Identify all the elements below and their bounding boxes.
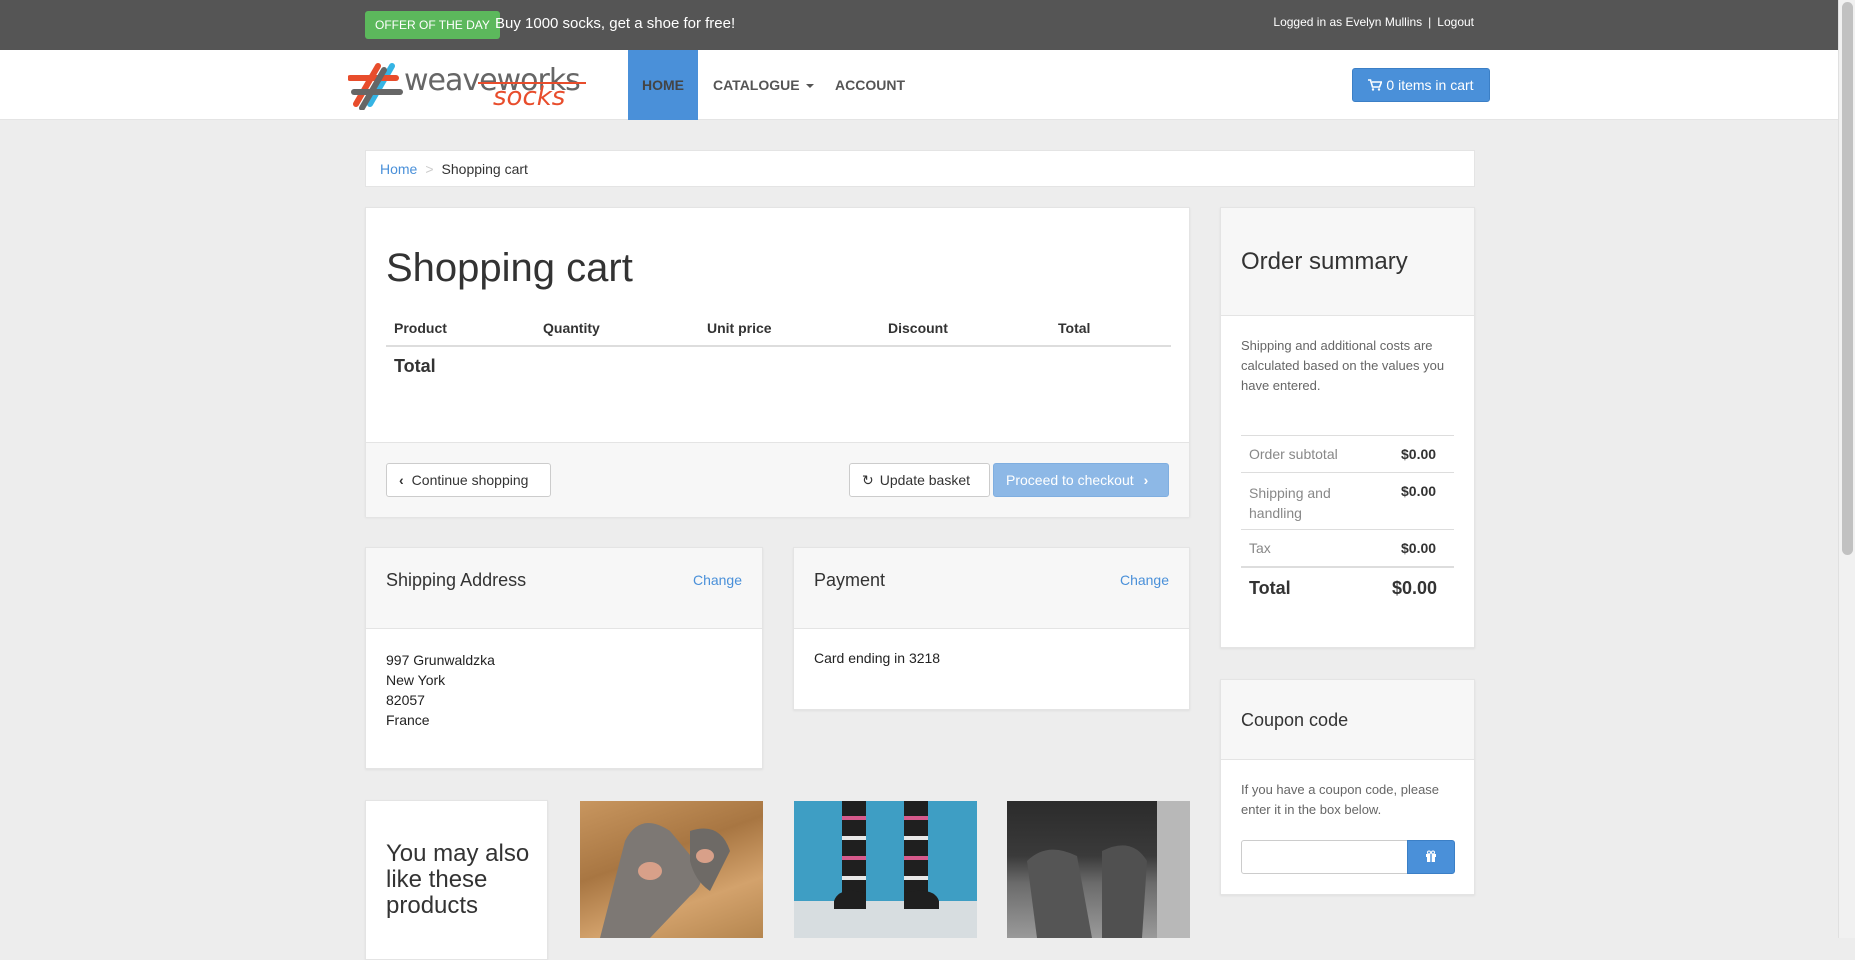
order-summary-header: Order summary: [1221, 208, 1474, 316]
address-line: 82057: [386, 692, 425, 708]
summary-row-value: $0.00: [1401, 446, 1437, 462]
breadcrumb-separator: >: [425, 161, 434, 177]
address-line: New York: [386, 672, 446, 688]
payment-title: Payment: [814, 570, 886, 590]
you-may-also-like-panel: You may also like these products: [365, 800, 548, 960]
offer-badge[interactable]: OFFER OF THE DAY: [365, 11, 500, 39]
scrollbar-thumb[interactable]: [1842, 2, 1853, 555]
gift-icon: [1426, 850, 1436, 862]
column-quantity: Quantity: [543, 320, 600, 336]
cart-total-label: Total: [394, 356, 436, 376]
coupon-note: If you have a coupon code, please enter …: [1241, 782, 1440, 817]
product-image-holy-sock[interactable]: [580, 801, 763, 938]
product-photo: [794, 801, 977, 938]
summary-row-label: Order subtotal: [1249, 446, 1338, 462]
caret-down-icon: [805, 84, 814, 89]
summary-row-value: $0.00: [1401, 483, 1437, 499]
order-summary-title: Order summary: [1241, 248, 1408, 275]
page-scrollbar[interactable]: [1838, 0, 1855, 938]
product-image-grey-socks[interactable]: [1007, 801, 1190, 938]
summary-total-label: Total: [1249, 578, 1291, 598]
continue-shopping-label: Continue shopping: [411, 472, 529, 488]
nav-home[interactable]: HOME: [628, 50, 698, 120]
shipping-address-panel: Shipping Address Change 997 Grunwaldzka …: [365, 547, 763, 769]
order-summary-panel: Order summary Shipping and additional co…: [1220, 207, 1475, 648]
apply-coupon-button[interactable]: [1407, 840, 1455, 874]
coupon-header: Coupon code: [1221, 680, 1474, 760]
shopping-cart-panel: Shopping cart Product Quantity Unit pric…: [365, 207, 1190, 517]
logged-in-text: Logged in as Evelyn Mullins: [1273, 15, 1423, 29]
coupon-panel: Coupon code If you have a coupon code, p…: [1220, 679, 1475, 895]
summary-row-subtotal: Order subtotal $0.00: [1241, 435, 1454, 472]
summary-row-total: Total $0.00: [1241, 566, 1454, 606]
proceed-to-checkout-button[interactable]: Proceed to checkout ›: [993, 463, 1169, 497]
change-shipping-link[interactable]: Change: [693, 572, 742, 588]
summary-row-shipping: Shipping and handling $0.00: [1241, 472, 1454, 529]
you-may-also-like-title: You may also like these products: [386, 840, 530, 919]
weaveworks-logo-icon: [348, 63, 403, 110]
proceed-to-checkout-label: Proceed to checkout: [1006, 472, 1134, 488]
weaveworks-logo[interactable]: weaveworks socks: [348, 60, 588, 112]
refresh-icon: ↻: [862, 472, 874, 488]
product-image-striped-socks[interactable]: [794, 801, 977, 938]
payment-panel: Payment Change Card ending in 3218: [793, 547, 1190, 710]
column-total: Total: [1058, 320, 1091, 336]
page-title: Shopping cart: [386, 246, 633, 290]
summary-row-value: $0.00: [1401, 540, 1437, 556]
cart-button[interactable]: 0 items in cart: [1352, 68, 1490, 102]
payment-card-info: Card ending in 3218: [814, 650, 941, 666]
logo-socks: socks: [493, 82, 566, 112]
coupon-code-input[interactable]: [1241, 840, 1408, 874]
table-header-divider: [386, 345, 1171, 347]
breadcrumb-current: Shopping cart: [441, 161, 528, 177]
address-line: 997 Grunwaldzka: [386, 652, 495, 668]
column-unit-price: Unit price: [707, 320, 772, 336]
order-summary-note: Shipping and additional costs are calcul…: [1241, 338, 1445, 393]
summary-row-label: Tax: [1249, 540, 1271, 556]
login-separator: |: [1428, 15, 1432, 29]
chevron-right-icon: ›: [1143, 472, 1149, 488]
shipping-address-lines: 997 Grunwaldzka New York 82057 France: [386, 650, 495, 730]
shopping-cart-icon: [1368, 79, 1384, 91]
cart-footer: ‹ Continue shopping ↻ Update basket Procee…: [366, 442, 1189, 517]
column-product: Product: [394, 320, 447, 336]
coupon-title: Coupon code: [1241, 710, 1349, 730]
nav-catalogue[interactable]: CATALOGUE: [713, 50, 814, 120]
continue-shopping-button[interactable]: ‹ Continue shopping: [386, 463, 551, 497]
address-line: France: [386, 712, 430, 728]
cart-button-label: 0 items in cart: [1386, 77, 1474, 93]
login-area: Logged in as Evelyn Mullins | Logout: [1273, 15, 1474, 29]
breadcrumb-home[interactable]: Home: [380, 161, 417, 177]
offer-text: Buy 1000 socks, get a shoe for free!: [495, 15, 736, 32]
shipping-address-header: Shipping Address Change: [366, 548, 762, 629]
logout-link[interactable]: Logout: [1437, 15, 1474, 29]
update-basket-button[interactable]: ↻ Update basket: [849, 463, 990, 497]
nav-catalogue-label: CATALOGUE: [713, 77, 800, 93]
nav-account[interactable]: ACCOUNT: [835, 50, 905, 120]
shipping-address-title: Shipping Address: [386, 570, 527, 590]
change-payment-link[interactable]: Change: [1120, 572, 1169, 588]
summary-row-label: Shipping and handling: [1249, 485, 1331, 521]
breadcrumb: Home > Shopping cart: [365, 150, 1475, 187]
product-photo: [600, 823, 730, 938]
summary-total-value: $0.00: [1392, 578, 1438, 598]
top-bar: OFFER OF THE DAY Buy 1000 socks, get a s…: [0, 0, 1838, 50]
update-basket-label: Update basket: [879, 472, 971, 488]
payment-header: Payment Change: [794, 548, 1189, 629]
chevron-left-icon: ‹: [399, 472, 404, 488]
product-photo: [1027, 801, 1190, 938]
navbar: weaveworks socks HOME CATALOGUE ACCOUNT …: [0, 50, 1838, 120]
summary-row-tax: Tax $0.00: [1241, 529, 1454, 566]
column-discount: Discount: [888, 320, 948, 336]
